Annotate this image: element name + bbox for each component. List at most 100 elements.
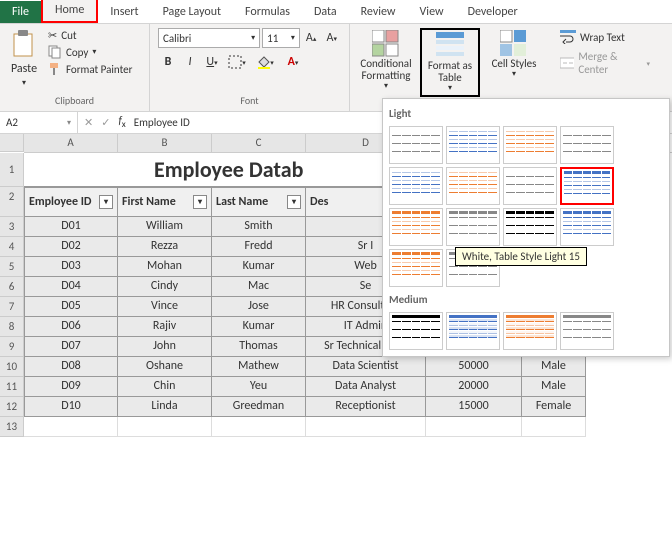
table-style-swatch[interactable] [389,126,443,164]
tab-review[interactable]: Review [349,1,408,23]
data-cell[interactable]: D08 [24,357,118,377]
bold-button[interactable]: B [158,52,178,72]
data-cell[interactable]: D07 [24,337,118,357]
table-style-swatch[interactable] [560,208,614,246]
data-cell[interactable]: Male [522,357,586,377]
data-cell[interactable]: D09 [24,377,118,397]
filter-button[interactable]: ▾ [193,195,207,209]
table-style-swatch[interactable] [503,126,557,164]
data-cell[interactable]: D05 [24,297,118,317]
decrease-font-button[interactable]: A▾ [322,28,341,48]
row-header[interactable]: 9 [0,337,24,357]
row-header[interactable]: 2 [0,187,24,217]
tab-developer[interactable]: Developer [456,1,530,23]
tab-formulas[interactable]: Formulas [233,1,302,23]
data-cell[interactable]: 20000 [426,377,522,397]
font-name-combo[interactable]: Calibri▾ [158,28,260,48]
table-style-swatch[interactable] [503,208,557,246]
formula-input[interactable]: Employee ID [134,116,190,129]
header-cell[interactable]: Last Name▾ [212,187,306,217]
increase-font-button[interactable]: A▴ [302,28,321,48]
italic-button[interactable]: I [180,52,200,72]
data-cell[interactable]: Male [522,377,586,397]
col-header[interactable]: B [118,134,212,152]
cancel-icon[interactable]: ✕ [84,116,93,129]
tab-data[interactable]: Data [302,1,349,23]
data-cell[interactable]: 15000 [426,397,522,417]
tab-file[interactable]: File [0,1,41,23]
data-cell[interactable]: D03 [24,257,118,277]
row-header[interactable]: 12 [0,397,24,417]
data-cell[interactable]: Vince [118,297,212,317]
table-style-swatch[interactable] [446,312,500,350]
wrap-text-button[interactable]: Wrap Text [560,30,650,44]
data-cell[interactable]: Female [522,397,586,417]
merge-center-button[interactable]: Merge & Center▾ [560,50,650,76]
data-cell[interactable]: D01 [24,217,118,237]
data-cell[interactable]: Thomas [212,337,306,357]
header-cell[interactable]: Employee ID▾ [24,187,118,217]
table-style-swatch[interactable] [560,312,614,350]
data-cell[interactable]: John [118,337,212,357]
filter-button[interactable]: ▾ [99,195,113,209]
row-header[interactable]: 13 [0,417,24,437]
paste-button[interactable]: Paste ▾ [6,28,42,90]
table-style-swatch[interactable] [503,312,557,350]
row-header[interactable]: 11 [0,377,24,397]
data-cell[interactable]: D02 [24,237,118,257]
underline-button[interactable]: U▾ [202,52,222,72]
data-cell[interactable]: D10 [24,397,118,417]
row-header[interactable]: 7 [0,297,24,317]
data-cell[interactable]: Mohan [118,257,212,277]
table-style-swatch[interactable] [389,249,443,287]
enter-icon[interactable]: ✓ [101,116,110,129]
filter-button[interactable]: ▾ [287,195,301,209]
table-style-swatch[interactable] [503,167,557,205]
row-header[interactable]: 10 [0,357,24,377]
col-header[interactable]: C [212,134,306,152]
data-cell[interactable]: Yeu [212,377,306,397]
row-header[interactable]: 6 [0,277,24,297]
data-cell[interactable]: Chin [118,377,212,397]
data-cell[interactable]: Data Analyst [306,377,426,397]
table-style-swatch[interactable] [560,126,614,164]
table-style-swatch[interactable] [446,208,500,246]
data-cell[interactable]: D06 [24,317,118,337]
border-button[interactable]: ▾ [224,52,250,72]
row-header[interactable]: 4 [0,237,24,257]
data-cell[interactable]: Kumar [212,317,306,337]
data-cell[interactable]: Receptionist [306,397,426,417]
header-cell[interactable]: First Name▾ [118,187,212,217]
col-header[interactable]: A [24,134,118,152]
data-cell[interactable]: Mac [212,277,306,297]
font-size-combo[interactable]: 11▾ [262,28,300,48]
fx-icon[interactable]: fx [118,114,125,130]
format-painter-button[interactable]: Format Painter [46,61,134,77]
data-cell[interactable]: Data Scientist [306,357,426,377]
tab-insert[interactable]: Insert [98,1,150,23]
data-cell[interactable]: Fredd [212,237,306,257]
data-cell[interactable]: Mathew [212,357,306,377]
data-cell[interactable]: D04 [24,277,118,297]
table-style-swatch[interactable] [446,167,500,205]
data-cell[interactable]: Cindy [118,277,212,297]
cut-button[interactable]: ✂Cut [46,28,134,43]
data-cell[interactable]: Rajiv [118,317,212,337]
font-color-button[interactable]: A▾ [280,52,306,72]
data-cell[interactable]: William [118,217,212,237]
copy-button[interactable]: Copy▾ [46,44,134,60]
table-style-swatch[interactable] [389,312,443,350]
cell-styles-button[interactable]: Cell Styles▾ [484,28,544,81]
tab-home[interactable]: Home [41,0,98,23]
conditional-formatting-button[interactable]: Conditional Formatting▾ [356,28,416,93]
row-header[interactable]: 1 [0,153,24,187]
tab-view[interactable]: View [408,1,456,23]
data-cell[interactable]: Kumar [212,257,306,277]
table-style-swatch[interactable] [389,167,443,205]
data-cell[interactable]: Linda [118,397,212,417]
fill-color-button[interactable]: ▾ [252,52,278,72]
row-header[interactable]: 5 [0,257,24,277]
data-cell[interactable]: Oshane [118,357,212,377]
data-cell[interactable]: Smith [212,217,306,237]
row-header[interactable]: 3 [0,217,24,237]
